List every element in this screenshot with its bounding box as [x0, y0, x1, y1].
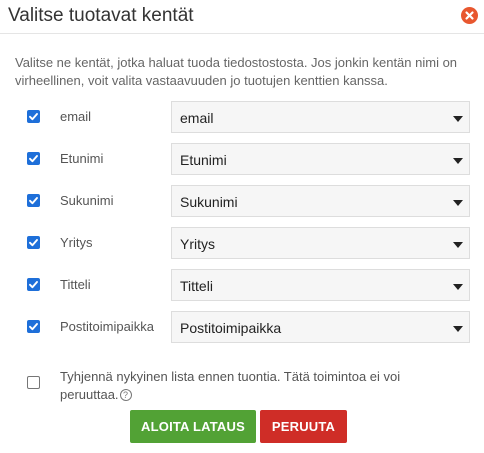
- start-upload-button[interactable]: ALOITA LATAUS: [130, 410, 256, 443]
- select-value: Titteli: [180, 278, 213, 294]
- field-checkbox[interactable]: [27, 236, 40, 249]
- field-label: Postitoimipaikka: [60, 319, 154, 334]
- field-checkbox[interactable]: [27, 278, 40, 291]
- field-label: email: [60, 109, 92, 124]
- field-row: Sukunimi Sukunimi: [0, 185, 484, 217]
- field-label: Sukunimi: [60, 193, 114, 208]
- close-button[interactable]: [461, 7, 478, 24]
- field-mapping-select[interactable]: email: [171, 101, 470, 133]
- caret-down-icon: [453, 200, 463, 206]
- caret-down-icon: [453, 242, 463, 248]
- dialog-header: Valitse tuotavat kentät: [0, 0, 484, 34]
- caret-down-icon: [453, 116, 463, 122]
- caret-down-icon: [453, 158, 463, 164]
- select-value: Postitoimipaikka: [180, 320, 282, 336]
- help-icon[interactable]: ?: [119, 389, 132, 401]
- select-value: email: [180, 110, 214, 126]
- checkmark-icon: [29, 281, 38, 289]
- select-value: Etunimi: [180, 152, 227, 168]
- close-icon: [465, 11, 474, 20]
- field-label: Yritys: [60, 235, 93, 250]
- field-row: Postitoimipaikka Postitoimipaikka: [0, 311, 484, 343]
- clear-list-label: Tyhjennä nykyinen lista ennen tuontia. T…: [60, 368, 410, 404]
- field-checkbox[interactable]: [27, 110, 40, 123]
- field-checkbox[interactable]: [27, 194, 40, 207]
- field-label: Etunimi: [60, 151, 104, 166]
- caret-down-icon: [453, 284, 463, 290]
- dialog-description: Valitse ne kentät, jotka haluat tuoda ti…: [15, 55, 458, 88]
- import-fields-dialog: Valitse tuotavat kentät Valitse ne kentä…: [0, 0, 484, 453]
- clear-list-row: Tyhjennä nykyinen lista ennen tuontia. T…: [0, 366, 484, 406]
- checkmark-icon: [29, 239, 38, 247]
- clear-list-text: Tyhjennä nykyinen lista ennen tuontia. T…: [60, 369, 401, 402]
- field-mapping-select[interactable]: Sukunimi: [171, 185, 470, 217]
- field-label: Titteli: [60, 277, 91, 292]
- caret-down-icon: [453, 326, 463, 332]
- cancel-button[interactable]: PERUUTA: [260, 410, 347, 443]
- select-value: Yritys: [180, 236, 215, 252]
- select-value: Sukunimi: [180, 194, 238, 210]
- clear-list-checkbox[interactable]: [27, 376, 40, 389]
- field-mapping-select[interactable]: Titteli: [171, 269, 470, 301]
- checkmark-icon: [29, 155, 38, 163]
- field-checkbox[interactable]: [27, 152, 40, 165]
- dialog-title: Valitse tuotavat kentät: [8, 5, 194, 26]
- field-row: Etunimi Etunimi: [0, 143, 484, 175]
- field-row: Yritys Yritys: [0, 227, 484, 259]
- checkmark-icon: [29, 323, 38, 331]
- field-mapping-select[interactable]: Yritys: [171, 227, 470, 259]
- field-row: email email: [0, 101, 484, 133]
- checkmark-icon: [29, 197, 38, 205]
- field-checkbox[interactable]: [27, 320, 40, 333]
- field-mapping-select[interactable]: Postitoimipaikka: [171, 311, 470, 343]
- field-mapping-select[interactable]: Etunimi: [171, 143, 470, 175]
- field-row: Titteli Titteli: [0, 269, 484, 301]
- checkmark-icon: [29, 113, 38, 121]
